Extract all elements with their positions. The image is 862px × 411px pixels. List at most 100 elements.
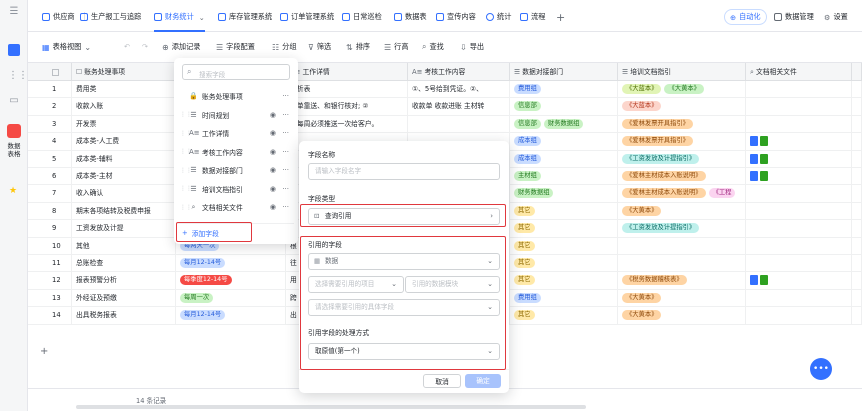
grid-icon[interactable]: ⋮⋮: [8, 70, 28, 82]
column-header-more[interactable]: [852, 63, 862, 81]
files-cell[interactable]: [746, 133, 852, 151]
files-cell[interactable]: [746, 255, 852, 272]
more-icon[interactable]: ···: [282, 129, 289, 137]
tab-inventory[interactable]: 库存管理系统: [218, 9, 272, 25]
name-cell[interactable]: 外经证及预缴: [72, 289, 176, 307]
name-cell[interactable]: 期末各项结转及税费申报: [72, 202, 176, 220]
doc-cell[interactable]: 《大黄本》: [618, 307, 746, 325]
doc-cell[interactable]: 《税务数据稽核表》: [618, 272, 746, 290]
field-search-input[interactable]: ⌕ 搜索字段: [182, 64, 290, 80]
file-icon[interactable]: [750, 275, 758, 286]
name-cell[interactable]: 其他: [72, 237, 176, 255]
assistant-fab-button[interactable]: •••: [810, 358, 832, 380]
confirm-button[interactable]: 确定: [465, 374, 501, 388]
doc-cell[interactable]: 《爱林主材成本入账说明》 《工程: [618, 185, 746, 203]
files-cell[interactable]: [746, 185, 852, 203]
doc-cell[interactable]: [618, 237, 746, 255]
file-icon[interactable]: [750, 171, 758, 181]
drag-handle-icon[interactable]: ⋮⋮: [180, 130, 192, 137]
view-switcher[interactable]: ▦ 表格视图 ⌄: [42, 42, 91, 52]
kpi-cell[interactable]: ①、5号给到凭证。②、: [408, 81, 510, 98]
name-cell[interactable]: 报表预警分析: [72, 272, 176, 290]
row-index-cell[interactable]: 4: [28, 133, 72, 151]
dept-cell[interactable]: 信息部: [510, 98, 618, 116]
doc-cell[interactable]: 《工资发放及计提指引》: [618, 150, 746, 168]
table-row[interactable]: 3 开发票 客每周必须推送一次给客户。 信息部 财务数据组 《爱林发票开具指引》: [28, 115, 862, 134]
file-icon[interactable]: [760, 275, 768, 286]
tab-finance[interactable]: 财务统计 ⌄: [154, 9, 205, 32]
eye-icon[interactable]: ◉: [270, 148, 276, 156]
eye-icon[interactable]: ◉: [270, 185, 276, 193]
row-index-cell[interactable]: 7: [28, 185, 72, 203]
more-icon[interactable]: ···: [282, 148, 289, 156]
dept-cell[interactable]: 成本组: [510, 150, 618, 168]
file-icon[interactable]: [760, 171, 768, 181]
work-cell[interactable]: 分析表: [286, 81, 408, 98]
find-button[interactable]: ⌕ 查找: [422, 42, 444, 52]
automation-button[interactable]: ⊕ 自动化: [724, 9, 767, 25]
field-list-item[interactable]: ⋮⋮ ☰ 培训文档指引 ◉ ···: [180, 181, 292, 197]
row-index-cell[interactable]: 9: [28, 220, 72, 238]
plan-cell[interactable]: 每季度12-14号: [176, 272, 286, 290]
column-header-kpi[interactable]: A≡ 考核工作内容: [408, 63, 510, 81]
tab-stats[interactable]: 统计: [486, 9, 511, 25]
files-cell[interactable]: [746, 168, 852, 185]
dept-cell[interactable]: 其它: [510, 307, 618, 325]
star-icon[interactable]: ★: [9, 186, 17, 196]
field-list-item[interactable]: ⋮⋮ A≡ 工作详情 ◉ ···: [180, 125, 292, 141]
column-header-dept[interactable]: ☰ 数据对接部门: [510, 63, 618, 81]
files-cell[interactable]: [746, 220, 852, 238]
field-list-item[interactable]: ⋮⋮ ☰ 时间规划 ◉ ···: [180, 107, 292, 123]
doc-cell[interactable]: 《大蓝本》 《大黄本》: [618, 81, 746, 98]
chevron-down-icon[interactable]: ⌄: [199, 13, 205, 22]
plan-cell[interactable]: 每月12-14号: [176, 255, 286, 272]
undo-button[interactable]: ↶: [124, 42, 130, 51]
files-cell[interactable]: [746, 307, 852, 325]
kpi-cell[interactable]: [408, 115, 510, 133]
dept-cell[interactable]: 成本组: [510, 133, 618, 151]
dept-cell[interactable]: 其它: [510, 202, 618, 220]
eye-icon[interactable]: ◉: [270, 111, 276, 119]
name-cell[interactable]: 成本类-人工费: [72, 133, 176, 151]
doc-cell[interactable]: 《大黄本》: [618, 202, 746, 220]
files-cell[interactable]: [746, 237, 852, 255]
row-index-cell[interactable]: 12: [28, 272, 72, 290]
dept-cell[interactable]: 其它: [510, 272, 618, 290]
dept-cell[interactable]: 费用组: [510, 81, 618, 98]
tab-supplier[interactable]: 供应商: [42, 9, 75, 25]
files-cell[interactable]: [746, 272, 852, 290]
add-tab-button[interactable]: +: [556, 9, 565, 25]
dept-cell[interactable]: 其它: [510, 220, 618, 238]
drag-handle-icon[interactable]: ⋮⋮: [180, 167, 192, 174]
file-icon[interactable]: [750, 136, 758, 147]
row-index-cell[interactable]: 10: [28, 237, 72, 255]
more-icon[interactable]: ···: [282, 166, 289, 174]
more-icon[interactable]: ···: [282, 111, 289, 119]
dept-cell[interactable]: 主材组: [510, 168, 618, 185]
files-cell[interactable]: [746, 150, 852, 168]
dept-cell[interactable]: 费用组: [510, 289, 618, 307]
dept-cell[interactable]: 信息部 财务数据组: [510, 115, 618, 133]
dept-cell[interactable]: 其它: [510, 237, 618, 255]
dept-cell[interactable]: 其它: [510, 255, 618, 272]
drag-handle-icon[interactable]: ⋮⋮: [180, 148, 192, 155]
tab-production[interactable]: 生产报工与追踪: [80, 9, 141, 25]
files-cell[interactable]: [746, 202, 852, 220]
more-icon[interactable]: ···: [282, 92, 289, 100]
column-header-files[interactable]: ⌕ 文档相关文件: [746, 63, 852, 81]
drag-handle-icon[interactable]: ⋮⋮: [180, 185, 192, 192]
doc-cell[interactable]: 《爱林主材成本入账说明》: [618, 168, 746, 185]
folder-icon[interactable]: ▭: [8, 95, 20, 107]
field-list-item[interactable]: ⋮⋮ A≡ 考核工作内容 ◉ ···: [180, 144, 292, 160]
add-row-button[interactable]: +: [40, 346, 48, 357]
row-index-cell[interactable]: 13: [28, 289, 72, 307]
eye-icon[interactable]: ◉: [270, 129, 276, 137]
field-name-input[interactable]: 请输入字段名字: [308, 163, 500, 180]
filter-button[interactable]: ⊽ 筛选: [308, 42, 331, 52]
files-cell[interactable]: [746, 115, 852, 133]
file-icon[interactable]: [760, 136, 768, 147]
redo-button[interactable]: ↷: [142, 42, 148, 51]
menu-icon[interactable]: ☰: [8, 6, 20, 18]
plan-cell[interactable]: 每周一次: [176, 289, 286, 307]
name-cell[interactable]: 总账检查: [72, 255, 176, 272]
